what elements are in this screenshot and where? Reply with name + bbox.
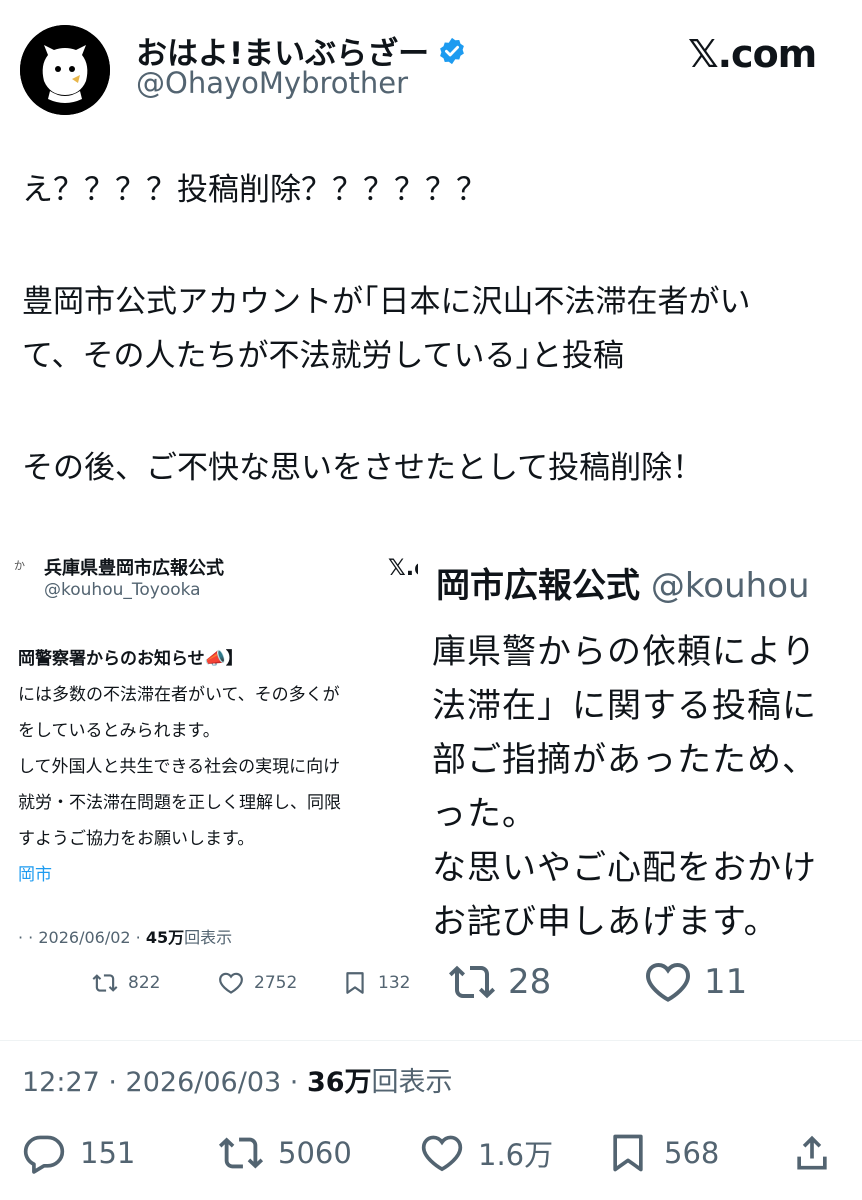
embed-bookmark-stat: 132 xyxy=(342,968,410,998)
share-icon xyxy=(797,1135,827,1170)
embed-retweet-stat: 822 xyxy=(92,968,160,998)
reply-count: 151 xyxy=(80,1136,136,1170)
embed-line-6: すようご協力をお願いします。 xyxy=(18,829,255,849)
embed-line-3: をしているとみられます。 xyxy=(18,721,220,741)
embed-right-line-6: お詫び申しあげます。 xyxy=(432,902,779,942)
tweet-views-count: 36万 xyxy=(306,1067,372,1098)
reply-button[interactable]: 151 xyxy=(22,1128,135,1178)
bookmark-icon xyxy=(346,972,364,994)
embed-line-4: して外国人と共生できる社会の実現に向け xyxy=(18,757,341,777)
embed-link: 岡市 xyxy=(18,865,52,885)
embed-like-count: 2752 xyxy=(254,973,298,993)
bookmark-button[interactable]: 568 xyxy=(606,1128,719,1178)
bookmark-icon xyxy=(613,1134,643,1172)
heart-icon xyxy=(645,962,691,1002)
tweet-line-3: て、その人たちが不法就労している｣と投稿 xyxy=(22,338,625,374)
embed-x-logo: 𝕏.c xyxy=(388,556,418,581)
tweet-line-1: え？？？？投稿削除？？？？？？ xyxy=(22,172,487,208)
avatar-cat-icon xyxy=(20,25,110,115)
verified-badge-icon xyxy=(440,37,465,64)
embed-right-like-count: 11 xyxy=(704,962,748,1002)
embed-retweet-count: 822 xyxy=(128,973,161,993)
author-handle[interactable]: @OhayoMybrother xyxy=(136,66,408,100)
embed-right-line-5: な思いやご心配をおかけ xyxy=(432,848,817,888)
tweet-line-2: 豊岡市公式アカウントが｢日本に沢山不法滞在者がい xyxy=(22,284,751,320)
share-button[interactable] xyxy=(790,1128,834,1178)
embed-right-retweet-count: 28 xyxy=(508,962,552,1002)
embed-author-name: 兵庫県豊岡市広報公式 xyxy=(44,558,224,579)
embed-views-label: 回表示 xyxy=(184,928,233,947)
embed-right-like-stat: 11 xyxy=(644,960,747,1004)
retweet-icon xyxy=(449,965,495,999)
like-button[interactable]: 1.6万 xyxy=(420,1128,553,1178)
embed-right-header: 岡市広報公式 @kouhou xyxy=(436,558,810,607)
x-logo: 𝕏.com xyxy=(688,32,817,76)
avatar[interactable] xyxy=(20,25,110,115)
tweet-views-label: 回表示 xyxy=(371,1067,453,1098)
embed-meta: · · 2026/06/02 · 45万回表示 xyxy=(18,924,232,948)
embed-date: · · 2026/06/02 · xyxy=(18,928,146,947)
tweet-line-4: その後、ご不快な思いをさせたとして投稿削除！ xyxy=(22,450,704,486)
heart-icon xyxy=(219,972,243,994)
retweet-icon xyxy=(92,974,118,992)
embed-line-1: 岡警察署からのお知らせ📣】 xyxy=(18,649,243,669)
embedded-screenshot-left[interactable]: か 兵庫県豊岡市広報公式 @kouhou_Toyooka 𝕏.c 岡警察署からの… xyxy=(0,540,418,980)
bookmark-count: 568 xyxy=(664,1136,720,1170)
embed-line-2: には多数の不法滞在者がいて、その多くが xyxy=(18,685,340,705)
retweet-icon xyxy=(218,1137,264,1169)
reply-icon xyxy=(23,1135,65,1174)
embed-bookmark-count: 132 xyxy=(378,973,411,993)
embed-views-count: 45万 xyxy=(145,928,185,947)
embed-right-line-2: 法滞在」に関する投稿に xyxy=(432,686,817,726)
embed-right-handle: @kouhou xyxy=(650,566,810,606)
heart-icon xyxy=(421,1135,463,1172)
like-count: 1.6万 xyxy=(478,1138,554,1172)
tweet-timestamp[interactable]: 12:27 · 2026/06/03 · 36万回表示 xyxy=(22,1060,453,1099)
tweet-time-date: 12:27 · 2026/06/03 · xyxy=(22,1067,307,1098)
divider xyxy=(0,1040,862,1041)
embed-right-name: 岡市広報公式 xyxy=(436,566,640,606)
retweet-button[interactable]: 5060 xyxy=(218,1128,352,1178)
embed-author-handle: @kouhou_Toyooka xyxy=(44,580,201,600)
embed-right-line-3: 部ご指摘があったため、 xyxy=(432,740,817,780)
retweet-count: 5060 xyxy=(278,1136,352,1170)
embed-avatar-fragment: か xyxy=(14,559,25,572)
embedded-screenshot-right[interactable]: 岡市広報公式 @kouhou 庫県警からの依頼により 法滞在」に関する投稿に 部… xyxy=(418,540,862,956)
embed-line-5: 就労・不法滞在問題を正しく理解し、同限 xyxy=(18,793,341,813)
embed-like-stat: 2752 xyxy=(218,968,297,998)
embed-right-line-4: った。 xyxy=(432,794,537,834)
embed-right-line-1: 庫県警からの依頼により xyxy=(432,632,817,672)
embed-right-retweet-stat: 28 xyxy=(448,960,551,1004)
